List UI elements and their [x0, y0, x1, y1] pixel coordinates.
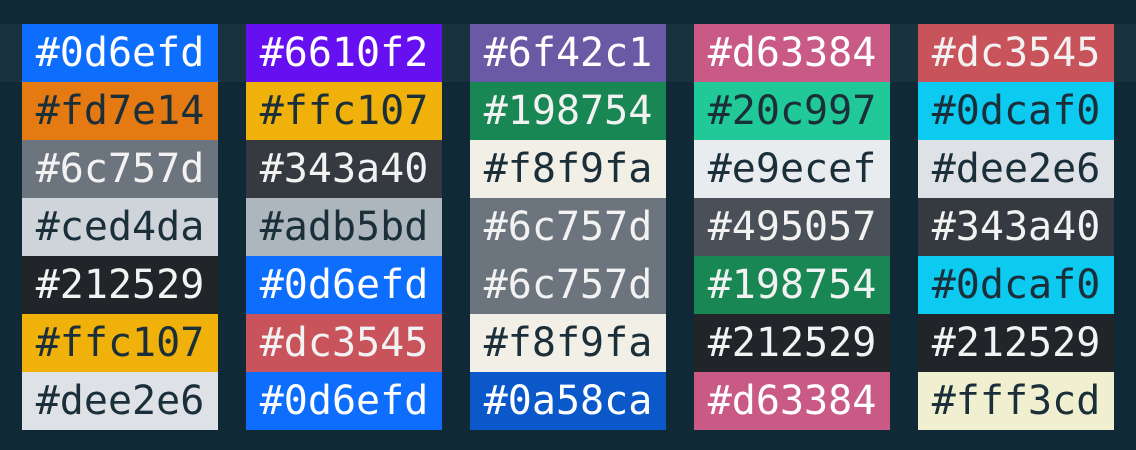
- swatch: #dee2e6: [918, 140, 1114, 198]
- swatch: #ffc107: [246, 82, 442, 140]
- swatch-column-2: #6610f2 #ffc107 #343a40 #adb5bd #0d6efd …: [246, 24, 442, 430]
- swatch: #f8f9fa: [470, 314, 666, 372]
- swatch: #198754: [470, 82, 666, 140]
- swatch: #0dcaf0: [918, 82, 1114, 140]
- swatch: #0d6efd: [22, 24, 218, 82]
- swatch: #20c997: [694, 82, 890, 140]
- swatch: #dee2e6: [22, 372, 218, 430]
- swatch: #212529: [694, 314, 890, 372]
- swatch: #0a58ca: [470, 372, 666, 430]
- swatch-column-5: #dc3545 #0dcaf0 #dee2e6 #343a40 #0dcaf0 …: [918, 24, 1114, 430]
- swatch: #d63384: [694, 372, 890, 430]
- swatch: #6c757d: [22, 140, 218, 198]
- swatch: #fff3cd: [918, 372, 1114, 430]
- swatch: #0d6efd: [246, 256, 442, 314]
- swatch: #495057: [694, 198, 890, 256]
- swatch-column-1: #0d6efd #fd7e14 #6c757d #ced4da #212529 …: [22, 24, 218, 430]
- swatch-column-3: #6f42c1 #198754 #f8f9fa #6c757d #6c757d …: [470, 24, 666, 430]
- swatch: #6c757d: [470, 256, 666, 314]
- swatch: #ffc107: [22, 314, 218, 372]
- swatch: #212529: [22, 256, 218, 314]
- swatch: #0d6efd: [246, 372, 442, 430]
- swatch: #d63384: [694, 24, 890, 82]
- swatch: #6610f2: [246, 24, 442, 82]
- swatch: #198754: [694, 256, 890, 314]
- swatch: #343a40: [918, 198, 1114, 256]
- swatch: #ced4da: [22, 198, 218, 256]
- swatch: #6f42c1: [470, 24, 666, 82]
- swatch: #6c757d: [470, 198, 666, 256]
- swatch-grid: #0d6efd #fd7e14 #6c757d #ced4da #212529 …: [22, 24, 1114, 430]
- swatch: #e9ecef: [694, 140, 890, 198]
- swatch-column-4: #d63384 #20c997 #e9ecef #495057 #198754 …: [694, 24, 890, 430]
- swatch: #fd7e14: [22, 82, 218, 140]
- swatch: #f8f9fa: [470, 140, 666, 198]
- swatch: #adb5bd: [246, 198, 442, 256]
- swatch: #0dcaf0: [918, 256, 1114, 314]
- swatch: #212529: [918, 314, 1114, 372]
- swatch: #dc3545: [246, 314, 442, 372]
- swatch: #dc3545: [918, 24, 1114, 82]
- swatch: #343a40: [246, 140, 442, 198]
